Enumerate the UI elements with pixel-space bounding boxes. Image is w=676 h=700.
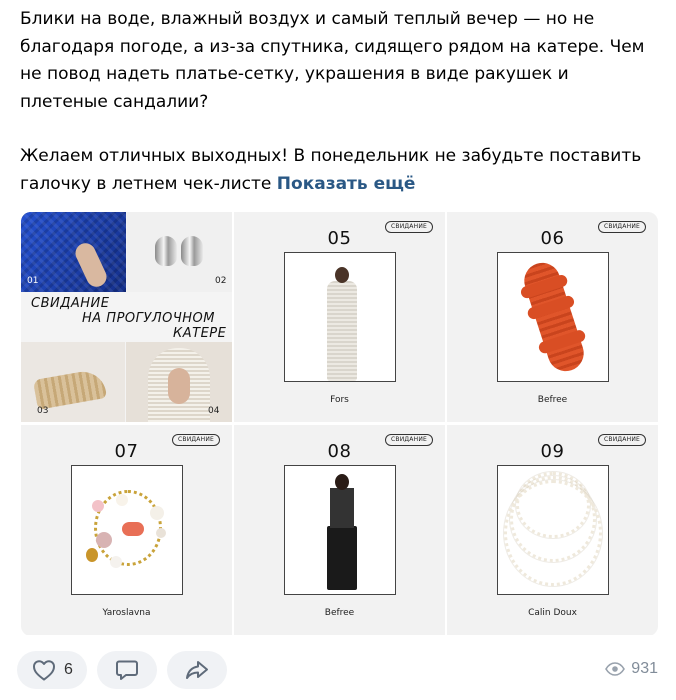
product-image-necklace bbox=[497, 465, 609, 595]
product-number: 08 bbox=[327, 441, 352, 462]
product-card[interactable]: СВИДАНИЕ 06 Befree bbox=[447, 212, 658, 422]
product-card[interactable]: СВИДАНИЕ 07 Yaroslavna bbox=[21, 425, 232, 635]
product-number: 09 bbox=[540, 441, 565, 462]
eye-icon bbox=[605, 662, 626, 676]
product-image-bracelet bbox=[71, 465, 183, 595]
views-counter: 931 bbox=[605, 660, 658, 678]
product-brand: Fors bbox=[330, 395, 349, 405]
collage-num-2: 02 bbox=[215, 276, 227, 286]
post-paragraph-2: Желаем отличных выходных! В понедельник … bbox=[20, 143, 660, 198]
collage-title-line-2: НА ПРОГУЛОЧНОМ bbox=[82, 311, 215, 326]
product-number: 06 bbox=[540, 228, 565, 249]
product-brand: Yaroslavna bbox=[102, 608, 151, 618]
collage-num-4: 04 bbox=[208, 406, 220, 416]
sandals-photo: 03 bbox=[21, 342, 125, 422]
photo-grid: 01 02 СВИДАНИЕ НА ПРОГУЛОЧНОМ КАТЕРЕ 03 … bbox=[21, 212, 658, 636]
post-paragraph-1: Блики на воде, влажный воздух и самый те… bbox=[20, 9, 645, 112]
heart-icon bbox=[33, 660, 55, 681]
post-text: Блики на воде, влажный воздух и самый те… bbox=[20, 6, 660, 198]
collage-title-line-1: СВИДАНИЕ bbox=[31, 296, 110, 311]
product-brand: Befree bbox=[537, 395, 568, 405]
likes-count: 6 bbox=[64, 661, 73, 678]
views-count: 931 bbox=[631, 660, 658, 677]
product-card[interactable]: СВИДАНИЕ 09 Calin Doux bbox=[447, 425, 658, 635]
product-card[interactable]: СВИДАНИЕ 05 Fors bbox=[234, 212, 445, 422]
comment-icon bbox=[116, 660, 138, 680]
open-back-top-photo: 04 bbox=[126, 342, 232, 422]
share-button[interactable] bbox=[167, 651, 227, 689]
product-image-dress bbox=[284, 252, 396, 382]
share-icon bbox=[186, 661, 208, 679]
product-number: 05 bbox=[327, 228, 352, 249]
show-more-link[interactable]: Показать ещё bbox=[277, 174, 416, 194]
collage-photo[interactable]: 01 02 СВИДАНИЕ НА ПРОГУЛОЧНОМ КАТЕРЕ 03 … bbox=[21, 212, 232, 422]
collage-num-3: 03 bbox=[37, 406, 49, 416]
collage-title-line-3: КАТЕРЕ bbox=[173, 326, 227, 341]
product-image-black-outfit bbox=[284, 465, 396, 595]
comment-button[interactable] bbox=[97, 651, 157, 689]
knit-dress-photo: 01 bbox=[21, 212, 126, 292]
product-brand: Befree bbox=[324, 608, 355, 618]
product-number: 07 bbox=[114, 441, 139, 462]
product-brand: Calin Doux bbox=[528, 608, 577, 618]
product-image-sandal bbox=[497, 252, 609, 382]
earrings-photo: 02 bbox=[127, 212, 232, 292]
collage-num-1: 01 bbox=[27, 276, 39, 286]
collage-title: СВИДАНИЕ НА ПРОГУЛОЧНОМ КАТЕРЕ bbox=[21, 294, 232, 341]
like-button[interactable]: 6 bbox=[17, 651, 87, 689]
post-actions: 6 bbox=[17, 651, 227, 689]
product-card[interactable]: СВИДАНИЕ 08 Befree bbox=[234, 425, 445, 635]
